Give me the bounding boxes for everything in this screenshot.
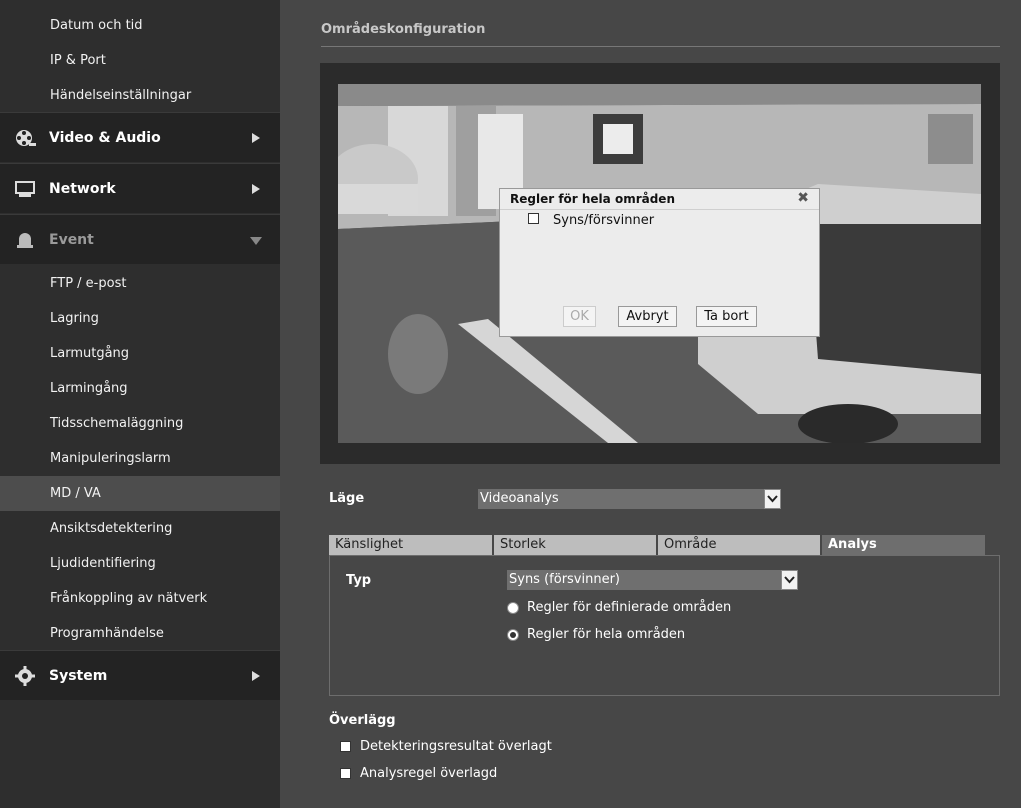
section-label: Event <box>49 232 94 248</box>
delete-button[interactable]: Ta bort <box>696 306 757 327</box>
sidebar-item-md-va[interactable]: MD / VA <box>0 476 280 511</box>
sidebar-section-video-audio[interactable]: Video & Audio <box>0 112 280 162</box>
rule-overlay-label: Analysregel överlagd <box>360 766 498 781</box>
defined-areas-radio[interactable] <box>507 602 519 614</box>
sidebar: Datum och tid IP & Port Händelseinställn… <box>0 0 280 808</box>
sidebar-item-label: Tidsschemaläggning <box>50 416 184 431</box>
defined-areas-label: Regler för definierade områden <box>527 600 732 615</box>
section-label: Network <box>49 181 116 197</box>
page-title: Områdeskonfiguration <box>321 22 486 37</box>
syns-forsvinner-checkbox[interactable] <box>528 213 539 224</box>
sidebar-item-label: Ljudidentifiering <box>50 556 156 571</box>
chevron-right-icon <box>252 133 260 143</box>
sidebar-item-lagring[interactable]: Lagring <box>0 301 280 336</box>
chevron-right-icon <box>252 184 260 194</box>
sidebar-item-larmingang[interactable]: Larmingång <box>0 371 280 406</box>
sidebar-item-label: Larmingång <box>50 381 128 396</box>
whole-areas-label: Regler för hela områden <box>527 627 686 642</box>
mode-select-value: Videoanalys <box>480 491 559 506</box>
tab-storlek[interactable]: Storlek <box>494 535 656 555</box>
rules-dialog: Regler för hela områden ✖ Syns/försvinne… <box>499 188 820 337</box>
film-reel-icon <box>16 130 36 146</box>
title-divider <box>321 46 1000 47</box>
sidebar-item-label: FTP / e-post <box>50 276 127 291</box>
sidebar-item-programhandelse[interactable]: Programhändelse <box>0 616 280 651</box>
sidebar-item-label: Manipuleringslarm <box>50 451 171 466</box>
sidebar-item-label: Larmutgång <box>50 346 130 361</box>
gear-icon <box>15 666 35 686</box>
type-select-value: Syns (försvinner) <box>509 572 621 587</box>
sidebar-item-larmutgang[interactable]: Larmutgång <box>0 336 280 371</box>
sidebar-item-manipuleringslarm[interactable]: Manipuleringslarm <box>0 441 280 476</box>
sidebar-section-event[interactable]: Event <box>0 214 280 264</box>
sidebar-item-ip-port[interactable]: IP & Port <box>0 43 280 78</box>
sidebar-item-ftp-epost[interactable]: FTP / e-post <box>0 266 280 301</box>
sidebar-item-label: Händelseinställningar <box>50 88 192 103</box>
tab-analys[interactable]: Analys <box>822 535 985 555</box>
section-label: System <box>49 668 108 684</box>
sidebar-section-network[interactable]: Network <box>0 163 280 213</box>
tab-kanslighet[interactable]: Känslighet <box>329 535 492 555</box>
sidebar-item-label: Frånkoppling av nätverk <box>50 591 208 606</box>
sidebar-item-label: Programhändelse <box>50 626 164 641</box>
overlay-title: Överlägg <box>329 713 396 728</box>
chevron-right-icon <box>252 671 260 681</box>
alarm-bell-icon <box>17 233 33 248</box>
sidebar-item-datum-och-tid[interactable]: Datum och tid <box>0 8 280 43</box>
close-icon[interactable]: ✖ <box>797 190 809 206</box>
monitor-icon <box>15 181 35 197</box>
sidebar-item-label: IP & Port <box>50 53 106 68</box>
mode-label: Läge <box>329 491 365 506</box>
section-label: Video & Audio <box>49 130 161 146</box>
sidebar-item-label: Lagring <box>50 311 99 326</box>
sidebar-item-label: MD / VA <box>50 486 101 501</box>
type-select[interactable]: Syns (försvinner) <box>507 570 798 590</box>
sidebar-item-ansiktsdetektering[interactable]: Ansiktsdetektering <box>0 511 280 546</box>
sidebar-item-ljudidentifiering[interactable]: Ljudidentifiering <box>0 546 280 581</box>
sidebar-item-label: Ansiktsdetektering <box>50 521 173 536</box>
chevron-down-icon <box>764 489 781 509</box>
detection-overlay-label: Detekteringsresultat överlagt <box>360 739 552 754</box>
type-label: Typ <box>346 573 372 588</box>
sidebar-item-tidsschemalaggning[interactable]: Tidsschemaläggning <box>0 406 280 441</box>
sidebar-section-system[interactable]: System <box>0 650 280 700</box>
dialog-title-divider <box>500 209 819 210</box>
rule-overlay-checkbox[interactable] <box>340 768 351 779</box>
chevron-down-icon <box>250 237 262 245</box>
chevron-down-icon <box>781 570 798 590</box>
syns-forsvinner-label: Syns/försvinner <box>553 213 655 228</box>
sidebar-item-frankoppling[interactable]: Frånkoppling av nätverk <box>0 581 280 616</box>
mode-select[interactable]: Videoanalys <box>478 489 781 509</box>
sidebar-item-handelseinstallningar[interactable]: Händelseinställningar <box>0 78 280 113</box>
tab-omrade[interactable]: Område <box>658 535 820 555</box>
sidebar-item-label: Datum och tid <box>50 18 143 33</box>
detection-overlay-checkbox[interactable] <box>340 741 351 752</box>
whole-areas-radio[interactable] <box>507 629 519 641</box>
dialog-title: Regler för hela områden <box>510 192 675 206</box>
cancel-button[interactable]: Avbryt <box>618 306 677 327</box>
ok-button[interactable]: OK <box>563 306 596 327</box>
